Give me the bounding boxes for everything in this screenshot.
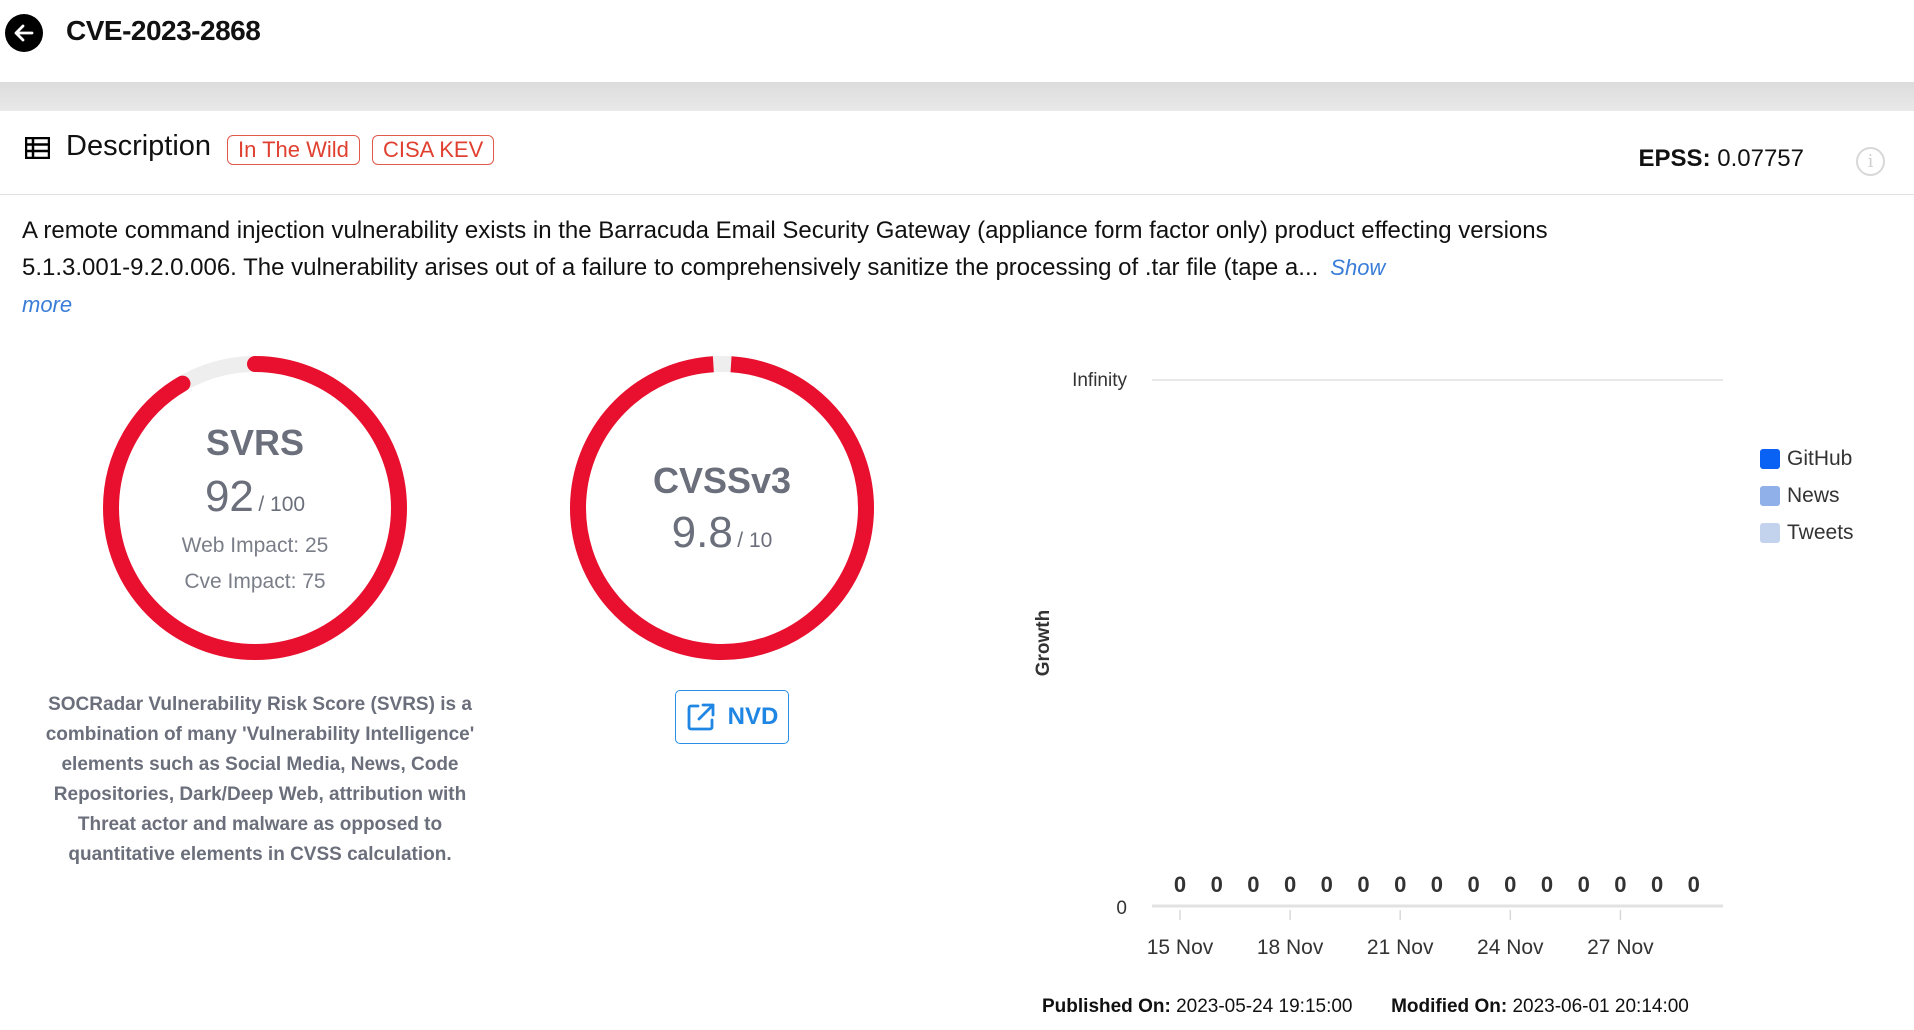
legend-label-github: GitHub (1787, 446, 1853, 470)
data-label: 0 (1431, 872, 1443, 897)
data-label: 0 (1541, 872, 1553, 897)
epss-score: EPSS: 0.07757 (1639, 145, 1804, 173)
x-tick-label: 24 Nov (1477, 936, 1544, 959)
description-body: A remote command injection vulnerability… (22, 217, 1548, 281)
chart-legend: GitHub News Tweets (1760, 440, 1854, 551)
legend-swatch-tweets (1760, 522, 1780, 543)
data-label: 0 (1357, 872, 1369, 897)
x-tick-label: 27 Nov (1587, 936, 1654, 959)
svrs-score-value: 92 (204, 472, 254, 521)
section-divider (0, 82, 1914, 111)
y-tick-label-top: Infinity (1072, 370, 1127, 391)
y-tick-label-zero: 0 (1116, 898, 1127, 919)
legend-swatch-github (1760, 448, 1780, 469)
legend-item-tweets[interactable]: Tweets (1760, 514, 1854, 551)
cvss-label: CVSSv3 (652, 460, 792, 501)
page-title: CVE-2023-2868 (66, 15, 261, 46)
y-axis-title: Growth (1033, 610, 1054, 677)
arrow-left-circle-icon (14, 24, 34, 42)
legend-item-github[interactable]: GitHub (1760, 440, 1854, 477)
x-tick-label: 15 Nov (1147, 936, 1214, 959)
epss-value: 0.07757 (1717, 145, 1804, 172)
data-label: 0 (1394, 872, 1406, 897)
dates-footer: Published On: 2023-05-24 19:15:00 Modifi… (1042, 996, 1689, 1018)
data-label: 0 (1247, 872, 1259, 897)
published-value: 2023-05-24 19:15:00 (1176, 996, 1353, 1017)
cvss-score-value: 9.8 (671, 508, 733, 557)
legend-swatch-news (1760, 485, 1780, 506)
legend-label-news: News (1787, 483, 1840, 507)
modified-label: Modified On: (1391, 996, 1508, 1017)
data-label: 0 (1578, 872, 1590, 897)
list-icon (25, 137, 50, 159)
modified-value: 2023-06-01 20:14:00 (1512, 996, 1689, 1017)
top-bar: CVE-2023-2868 (0, 0, 1914, 82)
show-more-link-continued[interactable]: more (22, 292, 72, 318)
data-label: 0 (1614, 872, 1626, 897)
data-label: 0 (1284, 872, 1296, 897)
external-link-icon (687, 703, 715, 731)
data-label: 0 (1688, 872, 1700, 897)
show-more-link[interactable]: Show (1330, 255, 1385, 280)
legend-item-news[interactable]: News (1760, 477, 1854, 514)
growth-chart: Infinity 0 Growth 0 0 0 0 0 0 0 0 0 0 0 0 0 0 0 15 Nov 18 N… (1000, 340, 1914, 980)
data-label: 0 (1174, 872, 1186, 897)
epss-label: EPSS: (1638, 145, 1711, 172)
nvd-button[interactable]: NVD (675, 690, 789, 744)
cisa-kev-badge: CISA KEV (372, 135, 495, 165)
x-tick-label: 21 Nov (1367, 936, 1434, 959)
svrs-cve-impact: Cve Impact: 75 (184, 570, 326, 593)
data-label: 0 (1467, 872, 1479, 897)
svrs-score-max: / 100 (258, 493, 306, 516)
data-label: 0 (1504, 872, 1516, 897)
nvd-button-label: NVD (727, 703, 779, 730)
in-the-wild-badge: In The Wild (227, 135, 360, 165)
back-button[interactable] (5, 14, 43, 52)
description-title: Description (66, 130, 212, 162)
data-label: 0 (1321, 872, 1333, 897)
cvss-score: 9.8 / 10 (562, 508, 882, 558)
cvss-score-max: / 10 (737, 529, 773, 552)
published-label: Published On: (1042, 996, 1171, 1017)
data-label: 0 (1651, 872, 1663, 897)
info-icon[interactable]: i (1856, 147, 1885, 176)
svrs-web-impact: Web Impact: 25 (181, 534, 329, 557)
legend-label-tweets: Tweets (1787, 520, 1854, 544)
svrs-score: 92 / 100 (95, 472, 415, 522)
cvss-gauge: CVSSv3 9.8 / 10 (562, 348, 882, 668)
svrs-description: SOCRadar Vulnerability Risk Score (SVRS)… (45, 694, 475, 865)
svrs-gauge: SVRS 92 / 100 Web Impact: 25 Cve Impact:… (95, 348, 415, 668)
growth-chart-svg: Infinity0Growth0 0 0 0 0 0 0 0 0 0 0 0 0 0 015 Nov 18 N… (1033, 370, 1723, 959)
description-text: A remote command injection vulnerability… (22, 212, 1582, 286)
data-label: 0 (1211, 872, 1223, 897)
x-tick-label: 18 Nov (1257, 936, 1324, 959)
svrs-label: SVRS (205, 422, 305, 463)
